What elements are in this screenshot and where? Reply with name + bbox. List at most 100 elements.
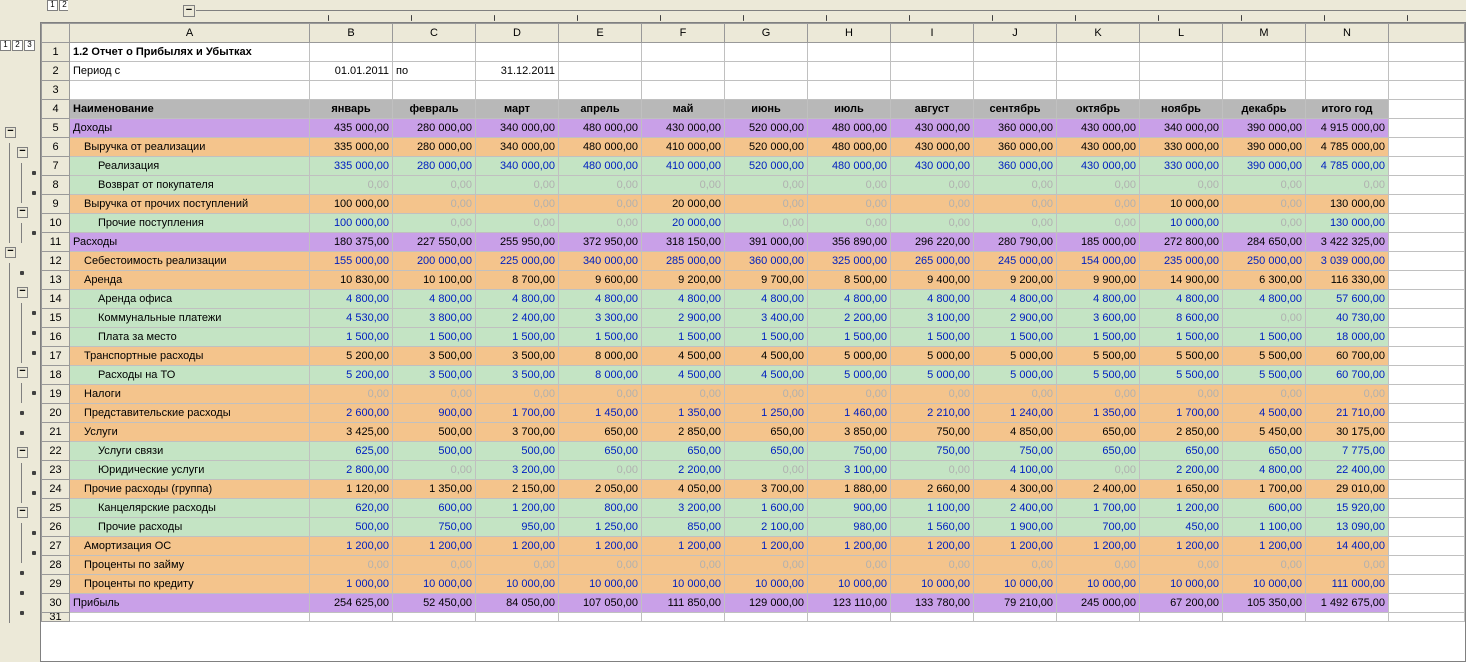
value-cell[interactable]: 1 700,00 [1057,499,1140,518]
value-cell[interactable]: 0,00 [725,176,808,195]
value-cell[interactable]: 390 000,00 [1223,119,1306,138]
value-cell[interactable]: 1 350,00 [1057,404,1140,423]
value-cell[interactable]: 330 000,00 [1140,157,1223,176]
value-cell[interactable]: 2 850,00 [642,423,725,442]
cell-D2[interactable]: 31.12.2011 [476,62,559,81]
value-cell[interactable]: 980,00 [808,518,891,537]
value-cell[interactable]: 335 000,00 [310,157,393,176]
header-cell-E[interactable]: апрель [559,100,642,119]
row-header-1[interactable]: 1 [42,43,70,62]
value-cell[interactable]: 1 500,00 [974,328,1057,347]
cell-G3[interactable] [725,81,808,100]
value-cell[interactable]: 5 200,00 [310,347,393,366]
value-cell[interactable]: 4 850,00 [974,423,1057,442]
value-cell[interactable]: 1 700,00 [1223,480,1306,499]
cell-blank-13[interactable] [1389,271,1465,290]
cell-blank-8[interactable] [1389,176,1465,195]
value-cell[interactable]: 21 710,00 [1306,404,1389,423]
value-cell[interactable]: 0,00 [1306,385,1389,404]
cell-blank-15[interactable] [1389,309,1465,328]
value-cell[interactable]: 254 625,00 [310,594,393,613]
header-cell-G[interactable]: июнь [725,100,808,119]
col-header-M[interactable]: M [1223,24,1306,43]
value-cell[interactable]: 255 950,00 [476,233,559,252]
value-cell[interactable]: 0,00 [559,461,642,480]
value-cell[interactable]: 650,00 [1057,442,1140,461]
row-name-cell[interactable]: Услуги [70,423,310,442]
value-cell[interactable]: 0,00 [974,195,1057,214]
value-cell[interactable]: 0,00 [1140,556,1223,575]
value-cell[interactable]: 0,00 [559,385,642,404]
value-cell[interactable]: 4 500,00 [725,366,808,385]
value-cell[interactable]: 0,00 [393,195,476,214]
cell-blank-11[interactable] [1389,233,1465,252]
cell-blank-9[interactable] [1389,195,1465,214]
cell-N2[interactable] [1306,62,1389,81]
value-cell[interactable]: 0,00 [310,385,393,404]
value-cell[interactable]: 0,00 [393,461,476,480]
cell-blank-20[interactable] [1389,404,1465,423]
value-cell[interactable]: 3 500,00 [476,347,559,366]
value-cell[interactable]: 430 000,00 [1057,138,1140,157]
cell-blank-30[interactable] [1389,594,1465,613]
cell-I3[interactable] [891,81,974,100]
value-cell[interactable]: 2 400,00 [974,499,1057,518]
value-cell[interactable]: 520 000,00 [725,157,808,176]
cell-L1[interactable] [1140,43,1223,62]
value-cell[interactable]: 430 000,00 [642,119,725,138]
value-cell[interactable]: 5 500,00 [1057,366,1140,385]
value-cell[interactable]: 500,00 [393,423,476,442]
value-cell[interactable]: 4 800,00 [974,290,1057,309]
value-cell[interactable]: 5 500,00 [1223,347,1306,366]
cell-blank-6[interactable] [1389,138,1465,157]
value-cell[interactable]: 10 000,00 [559,575,642,594]
value-cell[interactable]: 0,00 [808,385,891,404]
value-cell[interactable]: 0,00 [393,214,476,233]
row-header-23[interactable]: 23 [42,461,70,480]
value-cell[interactable]: 340 000,00 [476,138,559,157]
header-cell-D[interactable]: март [476,100,559,119]
value-cell[interactable]: 650,00 [642,442,725,461]
value-cell[interactable]: 2 150,00 [476,480,559,499]
value-cell[interactable]: 0,00 [1140,176,1223,195]
value-cell[interactable]: 130 000,00 [1306,195,1389,214]
value-cell[interactable]: 430 000,00 [891,119,974,138]
row-name-cell[interactable]: Расходы [70,233,310,252]
value-cell[interactable]: 2 400,00 [1057,480,1140,499]
value-cell[interactable]: 390 000,00 [1223,157,1306,176]
value-cell[interactable]: 4 800,00 [1057,290,1140,309]
value-cell[interactable]: 8 500,00 [808,271,891,290]
value-cell[interactable]: 0,00 [1057,195,1140,214]
value-cell[interactable]: 480 000,00 [808,119,891,138]
cell-A2[interactable]: Период с [70,62,310,81]
cell-B3[interactable] [310,81,393,100]
value-cell[interactable]: 5 450,00 [1223,423,1306,442]
value-cell[interactable]: 10 000,00 [476,575,559,594]
value-cell[interactable]: 4 300,00 [974,480,1057,499]
value-cell[interactable]: 0,00 [642,556,725,575]
value-cell[interactable]: 0,00 [310,176,393,195]
value-cell[interactable]: 10 830,00 [310,271,393,290]
value-cell[interactable]: 280 000,00 [393,157,476,176]
value-cell[interactable]: 107 050,00 [559,594,642,613]
value-cell[interactable]: 5 000,00 [891,366,974,385]
row-name-cell[interactable]: Юридические услуги [70,461,310,480]
value-cell[interactable]: 0,00 [725,461,808,480]
header-cell-H[interactable]: июль [808,100,891,119]
value-cell[interactable]: 5 200,00 [310,366,393,385]
value-cell[interactable]: 1 200,00 [1057,537,1140,556]
value-cell[interactable]: 1 500,00 [310,328,393,347]
value-cell[interactable]: 0,00 [1223,556,1306,575]
value-cell[interactable]: 1 200,00 [974,537,1057,556]
value-cell[interactable]: 1 200,00 [725,537,808,556]
cell-C1[interactable] [393,43,476,62]
outline-collapse-btn[interactable]: − [17,367,28,378]
value-cell[interactable]: 0,00 [1057,214,1140,233]
value-cell[interactable]: 435 000,00 [310,119,393,138]
cell-F2[interactable] [642,62,725,81]
value-cell[interactable]: 600,00 [1223,499,1306,518]
value-cell[interactable]: 3 500,00 [393,347,476,366]
value-cell[interactable]: 1 200,00 [642,537,725,556]
value-cell[interactable]: 750,00 [974,442,1057,461]
value-cell[interactable]: 4 800,00 [725,290,808,309]
